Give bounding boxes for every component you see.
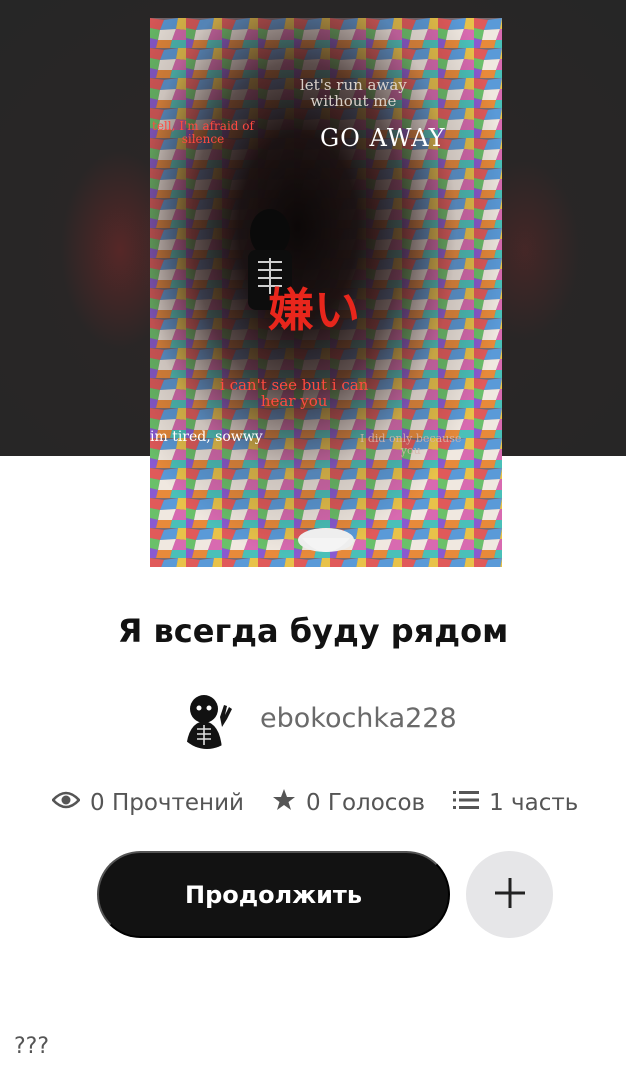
- plus-icon: [493, 876, 527, 913]
- votes-stat: 0 Голосов: [272, 788, 425, 818]
- story-cover[interactable]: let's run away without me tell, I'm afra…: [150, 18, 502, 567]
- continue-reading-button[interactable]: Продолжить: [97, 851, 450, 938]
- parts-count: 1 часть: [489, 790, 579, 816]
- cover-text-tired: im tired, sowwy: [150, 429, 263, 445]
- reads-count: 0 Прочтений: [90, 790, 244, 816]
- cover-text-run-away: let's run away without me: [300, 76, 407, 110]
- star-icon: [272, 788, 296, 818]
- avatar[interactable]: [176, 687, 238, 749]
- parts-stat: 1 часть: [453, 789, 578, 817]
- list-icon: [453, 789, 480, 817]
- story-title: Я всегда буду рядом: [117, 612, 509, 650]
- author-name[interactable]: ebokochka228: [260, 703, 457, 734]
- cover-text-cant-see: i can't see but i can hear you: [220, 376, 369, 410]
- author-row[interactable]: ebokochka228: [176, 687, 457, 749]
- description-text: ???: [14, 1034, 50, 1059]
- eye-icon: [51, 790, 81, 816]
- avatar-image: [176, 687, 238, 749]
- cover-text-afraid: tell, I'm afraid of silence: [152, 119, 254, 146]
- cover-text-go-away: GO AWAY: [320, 124, 446, 152]
- cover-text-kanji: 嫌い: [268, 283, 360, 337]
- cover-text-only: I did only because you: [360, 432, 462, 457]
- add-to-library-button[interactable]: [466, 851, 553, 938]
- story-stats: 0 Прочтений 0 Голосов 1 часть: [51, 786, 578, 820]
- reads-stat: 0 Прочтений: [51, 790, 244, 816]
- votes-count: 0 Голосов: [305, 790, 426, 816]
